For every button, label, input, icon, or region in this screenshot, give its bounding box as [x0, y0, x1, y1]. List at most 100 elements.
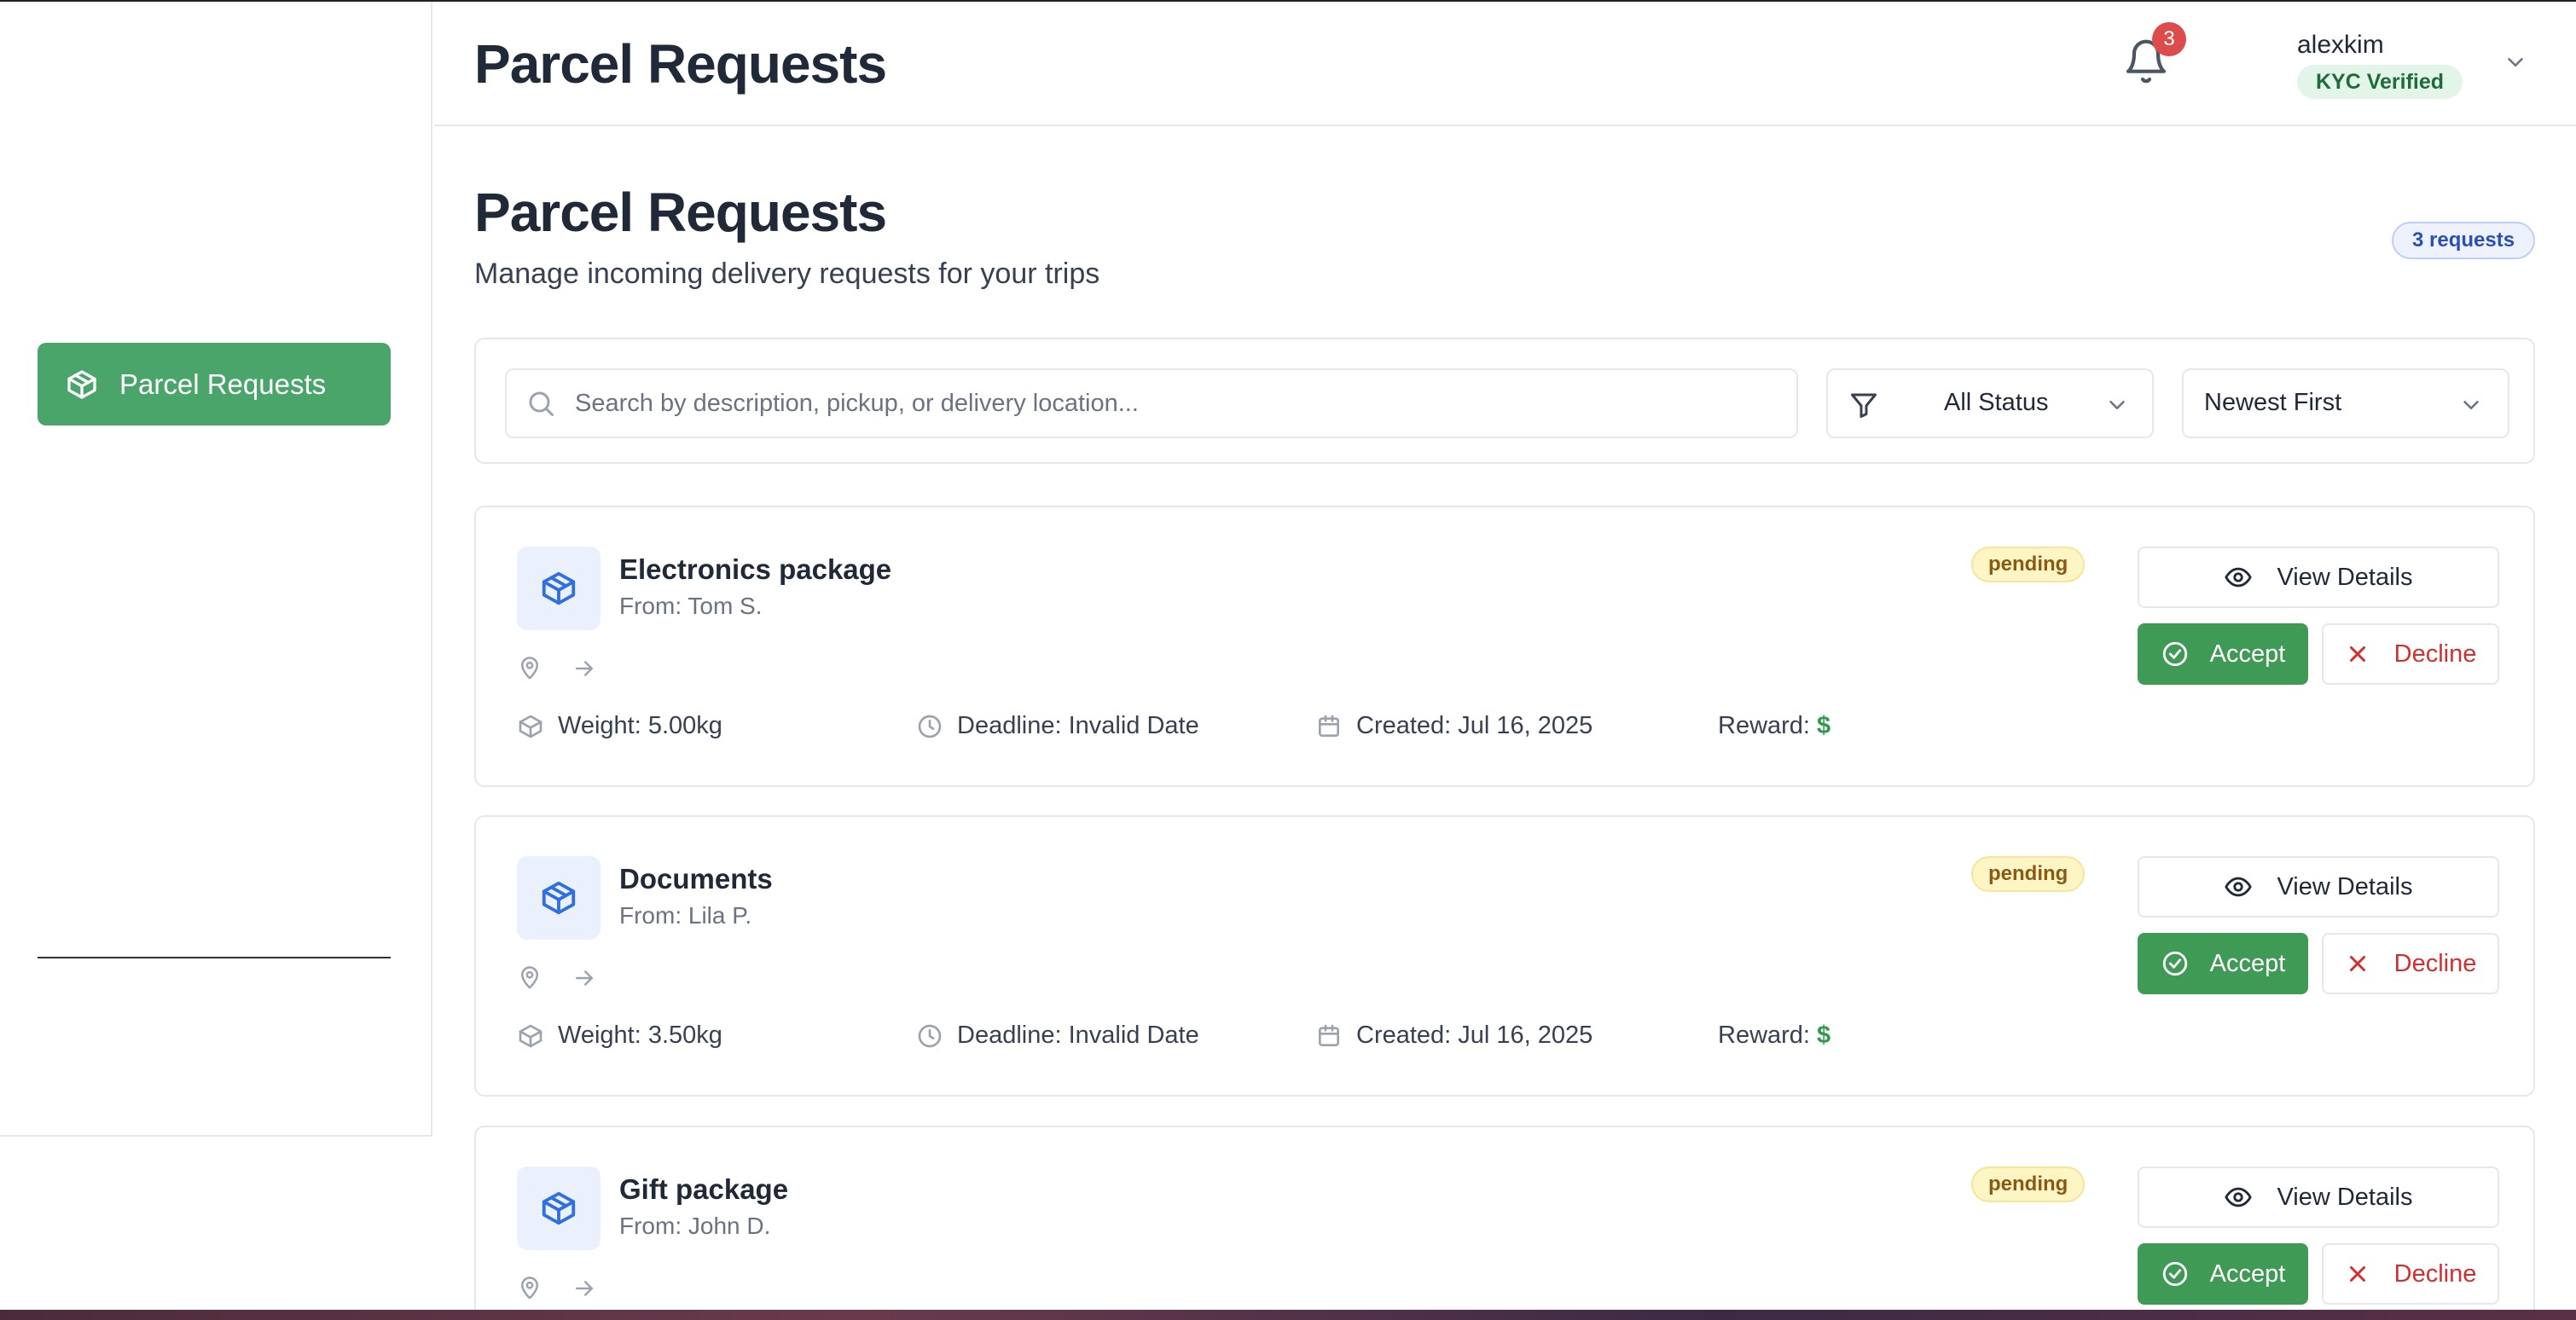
sidebar-bottom-border: [0, 1135, 432, 1137]
sidebar: Parcel Requests: [0, 2, 432, 1136]
request-card: Gift package From: John D. pending View …: [474, 1126, 2535, 1320]
view-details-button[interactable]: View Details: [2138, 547, 2499, 608]
request-deadline: Deadline: Invalid Date: [916, 712, 1199, 740]
clock-icon: [918, 1024, 942, 1047]
accept-button[interactable]: Accept: [2138, 1243, 2308, 1305]
accept-button[interactable]: Accept: [2138, 933, 2308, 994]
view-details-label: View Details: [2277, 1183, 2413, 1211]
accept-label: Accept: [2209, 640, 2286, 668]
package-icon: [517, 547, 600, 630]
check-circle-icon: [2162, 641, 2187, 667]
notification-count-badge: 3: [2152, 22, 2186, 56]
package-icon: [519, 715, 542, 738]
request-deadline: Deadline: Invalid Date: [916, 1022, 1199, 1050]
eye-icon: [2225, 1187, 2253, 1207]
sort-select[interactable]: Newest First: [2182, 368, 2509, 438]
desktop-background-edge: [0, 1310, 2576, 1320]
calendar-icon: [1319, 715, 1339, 737]
page-subtitle: Manage incoming delivery requests for yo…: [474, 258, 1100, 290]
top-header: Parcel Requests 3 alexkim KYC Verified: [434, 2, 2576, 126]
decline-label: Decline: [2393, 949, 2477, 977]
request-card: Documents From: Lila P. Weight: 3.50kg D…: [474, 815, 2535, 1097]
page-title: Parcel Requests: [474, 182, 887, 243]
request-weight: Weight: 5.00kg: [517, 712, 722, 740]
filter-bar: Search by description, pickup, or delive…: [474, 338, 2535, 464]
reward-label: Reward:: [1718, 712, 1810, 739]
created-text: Created: Jul 16, 2025: [1356, 1022, 1593, 1049]
request-title: Gift package: [619, 1173, 789, 1205]
eye-icon: [2225, 567, 2253, 588]
request-weight: Weight: 3.50kg: [517, 1022, 722, 1050]
kyc-status-badge: KYC Verified: [2297, 65, 2463, 99]
chevron-down-icon[interactable]: [2503, 49, 2528, 75]
accept-label: Accept: [2209, 1259, 2286, 1288]
accept-button[interactable]: Accept: [2138, 623, 2308, 685]
package-icon: [517, 1167, 600, 1250]
chevron-down-icon: [2104, 392, 2130, 418]
header-title: Parcel Requests: [474, 33, 887, 95]
status-badge: pending: [1971, 547, 2086, 582]
request-card: Electronics package From: Tom S. Weight:…: [474, 506, 2535, 787]
main-content: Parcel Requests Manage incoming delivery…: [434, 128, 2576, 1320]
view-details-label: View Details: [2277, 563, 2413, 591]
user-name[interactable]: alexkim: [2297, 31, 2384, 60]
check-circle-icon: [2162, 1261, 2187, 1287]
decline-label: Decline: [2393, 1259, 2477, 1288]
view-details-button[interactable]: View Details: [2138, 1167, 2499, 1228]
weight-text: Weight: 3.50kg: [558, 1022, 722, 1049]
search-input[interactable]: Search by description, pickup, or delive…: [505, 368, 1798, 438]
deadline-text: Deadline: Invalid Date: [957, 712, 1199, 739]
request-sender: From: Tom S.: [619, 593, 763, 619]
weight-text: Weight: 5.00kg: [558, 712, 722, 739]
request-sender: From: John D.: [619, 1213, 771, 1239]
arrow-right-icon: [571, 965, 597, 991]
reward-value: $: [1817, 1022, 1831, 1049]
view-details-button[interactable]: View Details: [2138, 856, 2499, 918]
request-created: Created: Jul 16, 2025: [1315, 712, 1593, 740]
calendar-icon: [1319, 1024, 1339, 1046]
status-badge: pending: [1971, 856, 2086, 892]
status-filter-value: All Status: [1944, 389, 2049, 416]
sort-value: Newest First: [2204, 389, 2342, 416]
status-filter-select[interactable]: All Status: [1826, 368, 2154, 438]
eye-icon: [2225, 877, 2253, 897]
decline-button[interactable]: Decline: [2322, 623, 2499, 685]
view-details-label: View Details: [2277, 872, 2413, 900]
arrow-right-icon: [571, 656, 597, 681]
request-sender: From: Lila P.: [619, 902, 752, 929]
deadline-text: Deadline: Invalid Date: [957, 1022, 1199, 1049]
request-reward: Reward: $: [1718, 712, 1830, 740]
clock-icon: [918, 715, 942, 738]
sidebar-item-parcel-requests[interactable]: Parcel Requests: [38, 343, 391, 426]
sidebar-item-label: Parcel Requests: [119, 368, 327, 400]
request-title: Documents: [619, 863, 773, 894]
close-icon: [2349, 646, 2365, 662]
request-created: Created: Jul 16, 2025: [1315, 1022, 1593, 1050]
map-pin-icon: [517, 656, 542, 681]
search-placeholder: Search by description, pickup, or delive…: [575, 389, 1139, 417]
map-pin-icon: [517, 965, 542, 991]
close-icon: [2349, 1266, 2365, 1282]
search-icon: [525, 388, 556, 419]
map-pin-icon: [517, 1276, 542, 1301]
package-icon: [517, 856, 600, 940]
decline-label: Decline: [2393, 640, 2477, 668]
filter-icon: [1848, 390, 1879, 420]
arrow-right-icon: [571, 1276, 597, 1301]
package-icon: [65, 368, 99, 402]
reward-label: Reward:: [1718, 1022, 1810, 1049]
request-count-badge: 3 requests: [2392, 222, 2536, 259]
created-text: Created: Jul 16, 2025: [1356, 712, 1593, 739]
accept-label: Accept: [2209, 949, 2286, 977]
package-icon: [519, 1024, 542, 1047]
status-badge: pending: [1971, 1167, 2086, 1202]
decline-button[interactable]: Decline: [2322, 1243, 2499, 1305]
request-reward: Reward: $: [1718, 1022, 1830, 1050]
reward-value: $: [1817, 712, 1831, 739]
chevron-down-icon: [2458, 392, 2484, 418]
check-circle-icon: [2162, 951, 2187, 976]
request-title: Electronics package: [619, 553, 892, 585]
decline-button[interactable]: Decline: [2322, 933, 2499, 994]
sidebar-divider: [38, 957, 391, 958]
close-icon: [2349, 956, 2365, 971]
